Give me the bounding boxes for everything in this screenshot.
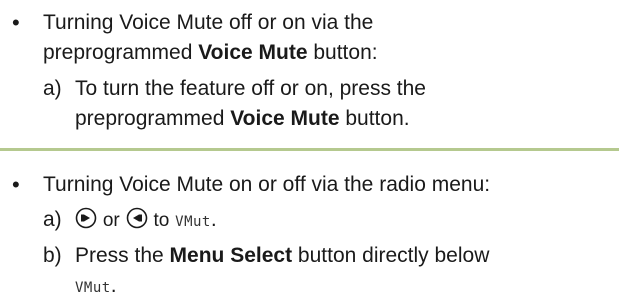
section2-heading: Turning Voice Mute on or off via the rad… [43,173,491,196]
lcd-vmut-label: VMut [75,280,111,296]
menu-select-button-name: Menu Select [169,244,293,267]
text: . [110,274,117,297]
text: preprogrammed [43,41,199,64]
section2-step-a: or to VMut. [75,207,217,235]
text: button. [339,107,410,130]
section1-step-a-line1: To turn the feature off or on, press the [75,77,426,100]
voice-mute-button-name: Voice Mute [230,107,340,130]
step-label: a) [43,208,62,231]
section2-step-b-line2: VMut. [75,273,117,301]
manual-page: • Turning Voice Mute off or on via the p… [0,0,619,306]
text: button directly below [292,244,490,267]
section-divider [0,148,619,151]
text: or [102,210,120,231]
step-label: b) [43,244,62,267]
left-nav-button-icon [126,207,148,235]
section1-heading-line2: preprogrammed Voice Mute button: [43,40,378,65]
text: . [210,208,217,231]
section1-heading-line1: Turning Voice Mute off or on via the [43,11,374,34]
bullet: • [12,172,20,197]
text: button: [307,41,378,64]
text: to [153,210,170,231]
bullet: • [12,10,20,35]
right-nav-button-icon [75,207,97,235]
section1-step-a-line2: preprogrammed Voice Mute button. [75,106,410,131]
step-label: a) [43,77,62,100]
text: Press the [75,244,170,267]
lcd-vmut-label: VMut [175,214,211,230]
section2-step-b-line1: Press the Menu Select button directly be… [75,243,489,268]
voice-mute-button-name: Voice Mute [198,41,308,64]
text: preprogrammed [75,107,231,130]
